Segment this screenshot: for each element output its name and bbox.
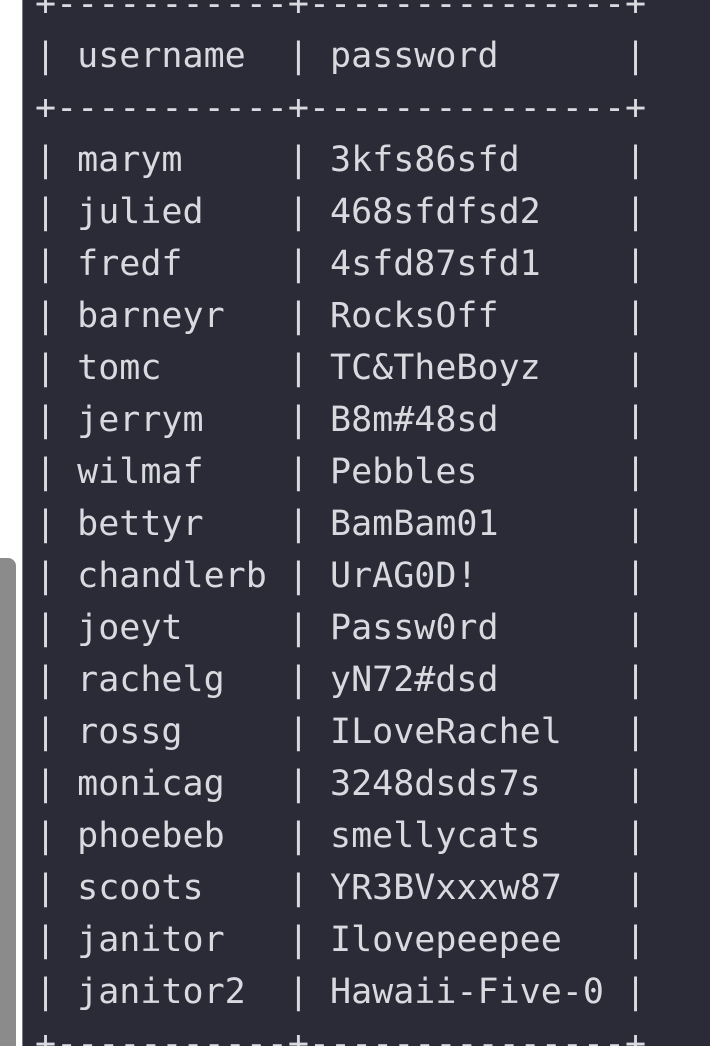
table-row: | joeyt | Passw0rd |: [35, 608, 647, 648]
table-row: | janitor | Ilovepeepee |: [35, 920, 647, 960]
table-border-bottom: +-----------+---------------+: [35, 1024, 647, 1046]
table-row: | barneyr | RocksOff |: [35, 296, 647, 336]
table-row: | janitor2 | Hawaii-Five-0 |: [35, 972, 647, 1012]
table-row: | tomc | TC&TheBoyz |: [35, 348, 647, 388]
table-row: | rossg | ILoveRachel |: [35, 712, 647, 752]
table-row: | fredf | 4sfd87sfd1 |: [35, 244, 647, 284]
table-row: | monicag | 3248dsds7s |: [35, 764, 647, 804]
table-row: | wilmaf | Pebbles |: [35, 452, 647, 492]
table-row: | scoots | YR3BVxxxw87 |: [35, 868, 647, 908]
table-row: | jerrym | B8m#48sd |: [35, 400, 647, 440]
scrollbar-thumb[interactable]: [0, 558, 16, 1046]
terminal-output: +-----------+---------------+ | username …: [22, 0, 710, 1046]
table-header-row: | username | password |: [35, 36, 647, 76]
table-border-top: +-----------+---------------+: [35, 0, 647, 24]
table-row: | marym | 3kfs86sfd |: [35, 140, 647, 180]
table-row: | julied | 468sfdfsd2 |: [35, 192, 647, 232]
table-border-mid: +-----------+---------------+: [35, 88, 647, 128]
screenshot: +-----------+---------------+ | username …: [0, 0, 710, 1046]
table-row: | chandlerb | UrAG0D! |: [35, 556, 647, 596]
table-row: | bettyr | BamBam01 |: [35, 504, 647, 544]
table-row: | phoebeb | smellycats |: [35, 816, 647, 856]
sql-result-table: +-----------+---------------+ | username …: [35, 0, 646, 1046]
table-row: | rachelg | yN72#dsd |: [35, 660, 647, 700]
